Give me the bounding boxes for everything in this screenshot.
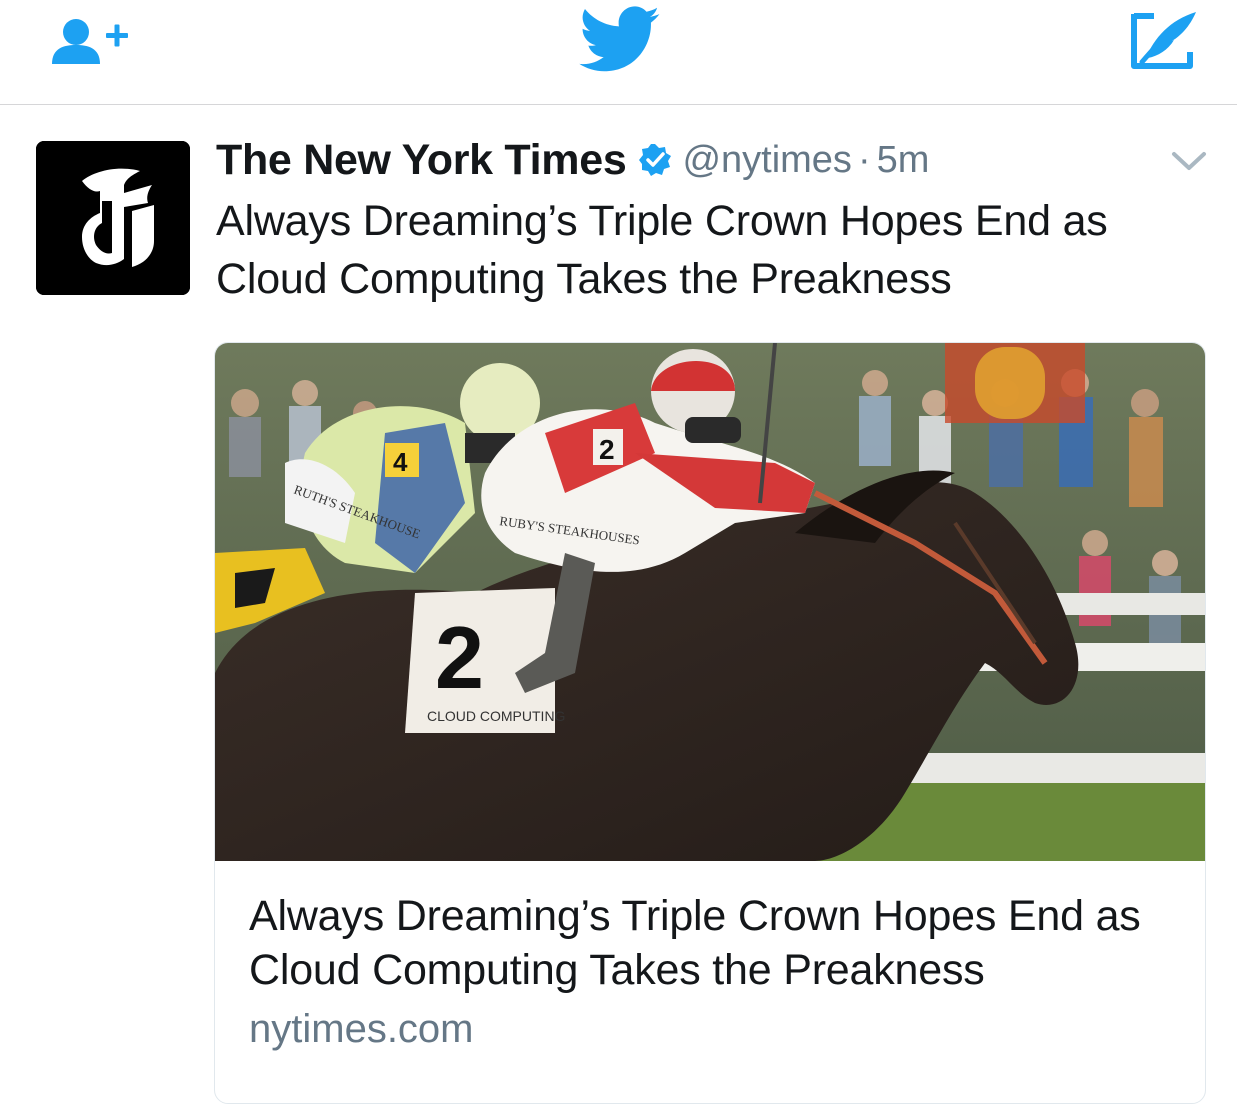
avatar-nyt[interactable] bbox=[36, 141, 190, 295]
card-domain: nytimes.com bbox=[249, 1007, 474, 1051]
jockey-left-number: 4 bbox=[393, 447, 408, 477]
separator-dot: · bbox=[857, 138, 871, 181]
user-handle[interactable]: @nytimes bbox=[682, 139, 852, 182]
twitter-bird-icon[interactable] bbox=[578, 6, 662, 74]
horse-race-photo[interactable]: 2 CLOUD COMPUTING 4 RUTH'S STEAKHOUSE 2 … bbox=[215, 343, 1205, 861]
tweet-timestamp[interactable]: 5m bbox=[877, 139, 930, 182]
top-nav-bar bbox=[0, 0, 1237, 105]
card-title[interactable]: Always Dreaming’s Triple Crown Hopes End… bbox=[249, 889, 1179, 997]
jockey-right-number: 2 bbox=[599, 434, 615, 465]
chevron-down-icon[interactable] bbox=[1170, 148, 1208, 174]
tweet-header: The New York Times @nytimes · 5m bbox=[216, 132, 929, 188]
saddle-cloth-number: 2 bbox=[435, 608, 484, 707]
link-card[interactable]: 2 CLOUD COMPUTING 4 RUTH'S STEAKHOUSE 2 … bbox=[214, 342, 1206, 1104]
compose-tweet-icon[interactable] bbox=[1126, 8, 1202, 74]
saddle-cloth-name: CLOUD COMPUTING bbox=[427, 708, 565, 724]
nyt-t-logo bbox=[36, 141, 190, 295]
tweet-text: Always Dreaming’s Triple Crown Hopes End… bbox=[216, 197, 1108, 303]
display-name[interactable]: The New York Times bbox=[216, 136, 627, 185]
verified-badge-icon bbox=[638, 143, 672, 177]
add-user-icon[interactable] bbox=[48, 12, 132, 68]
